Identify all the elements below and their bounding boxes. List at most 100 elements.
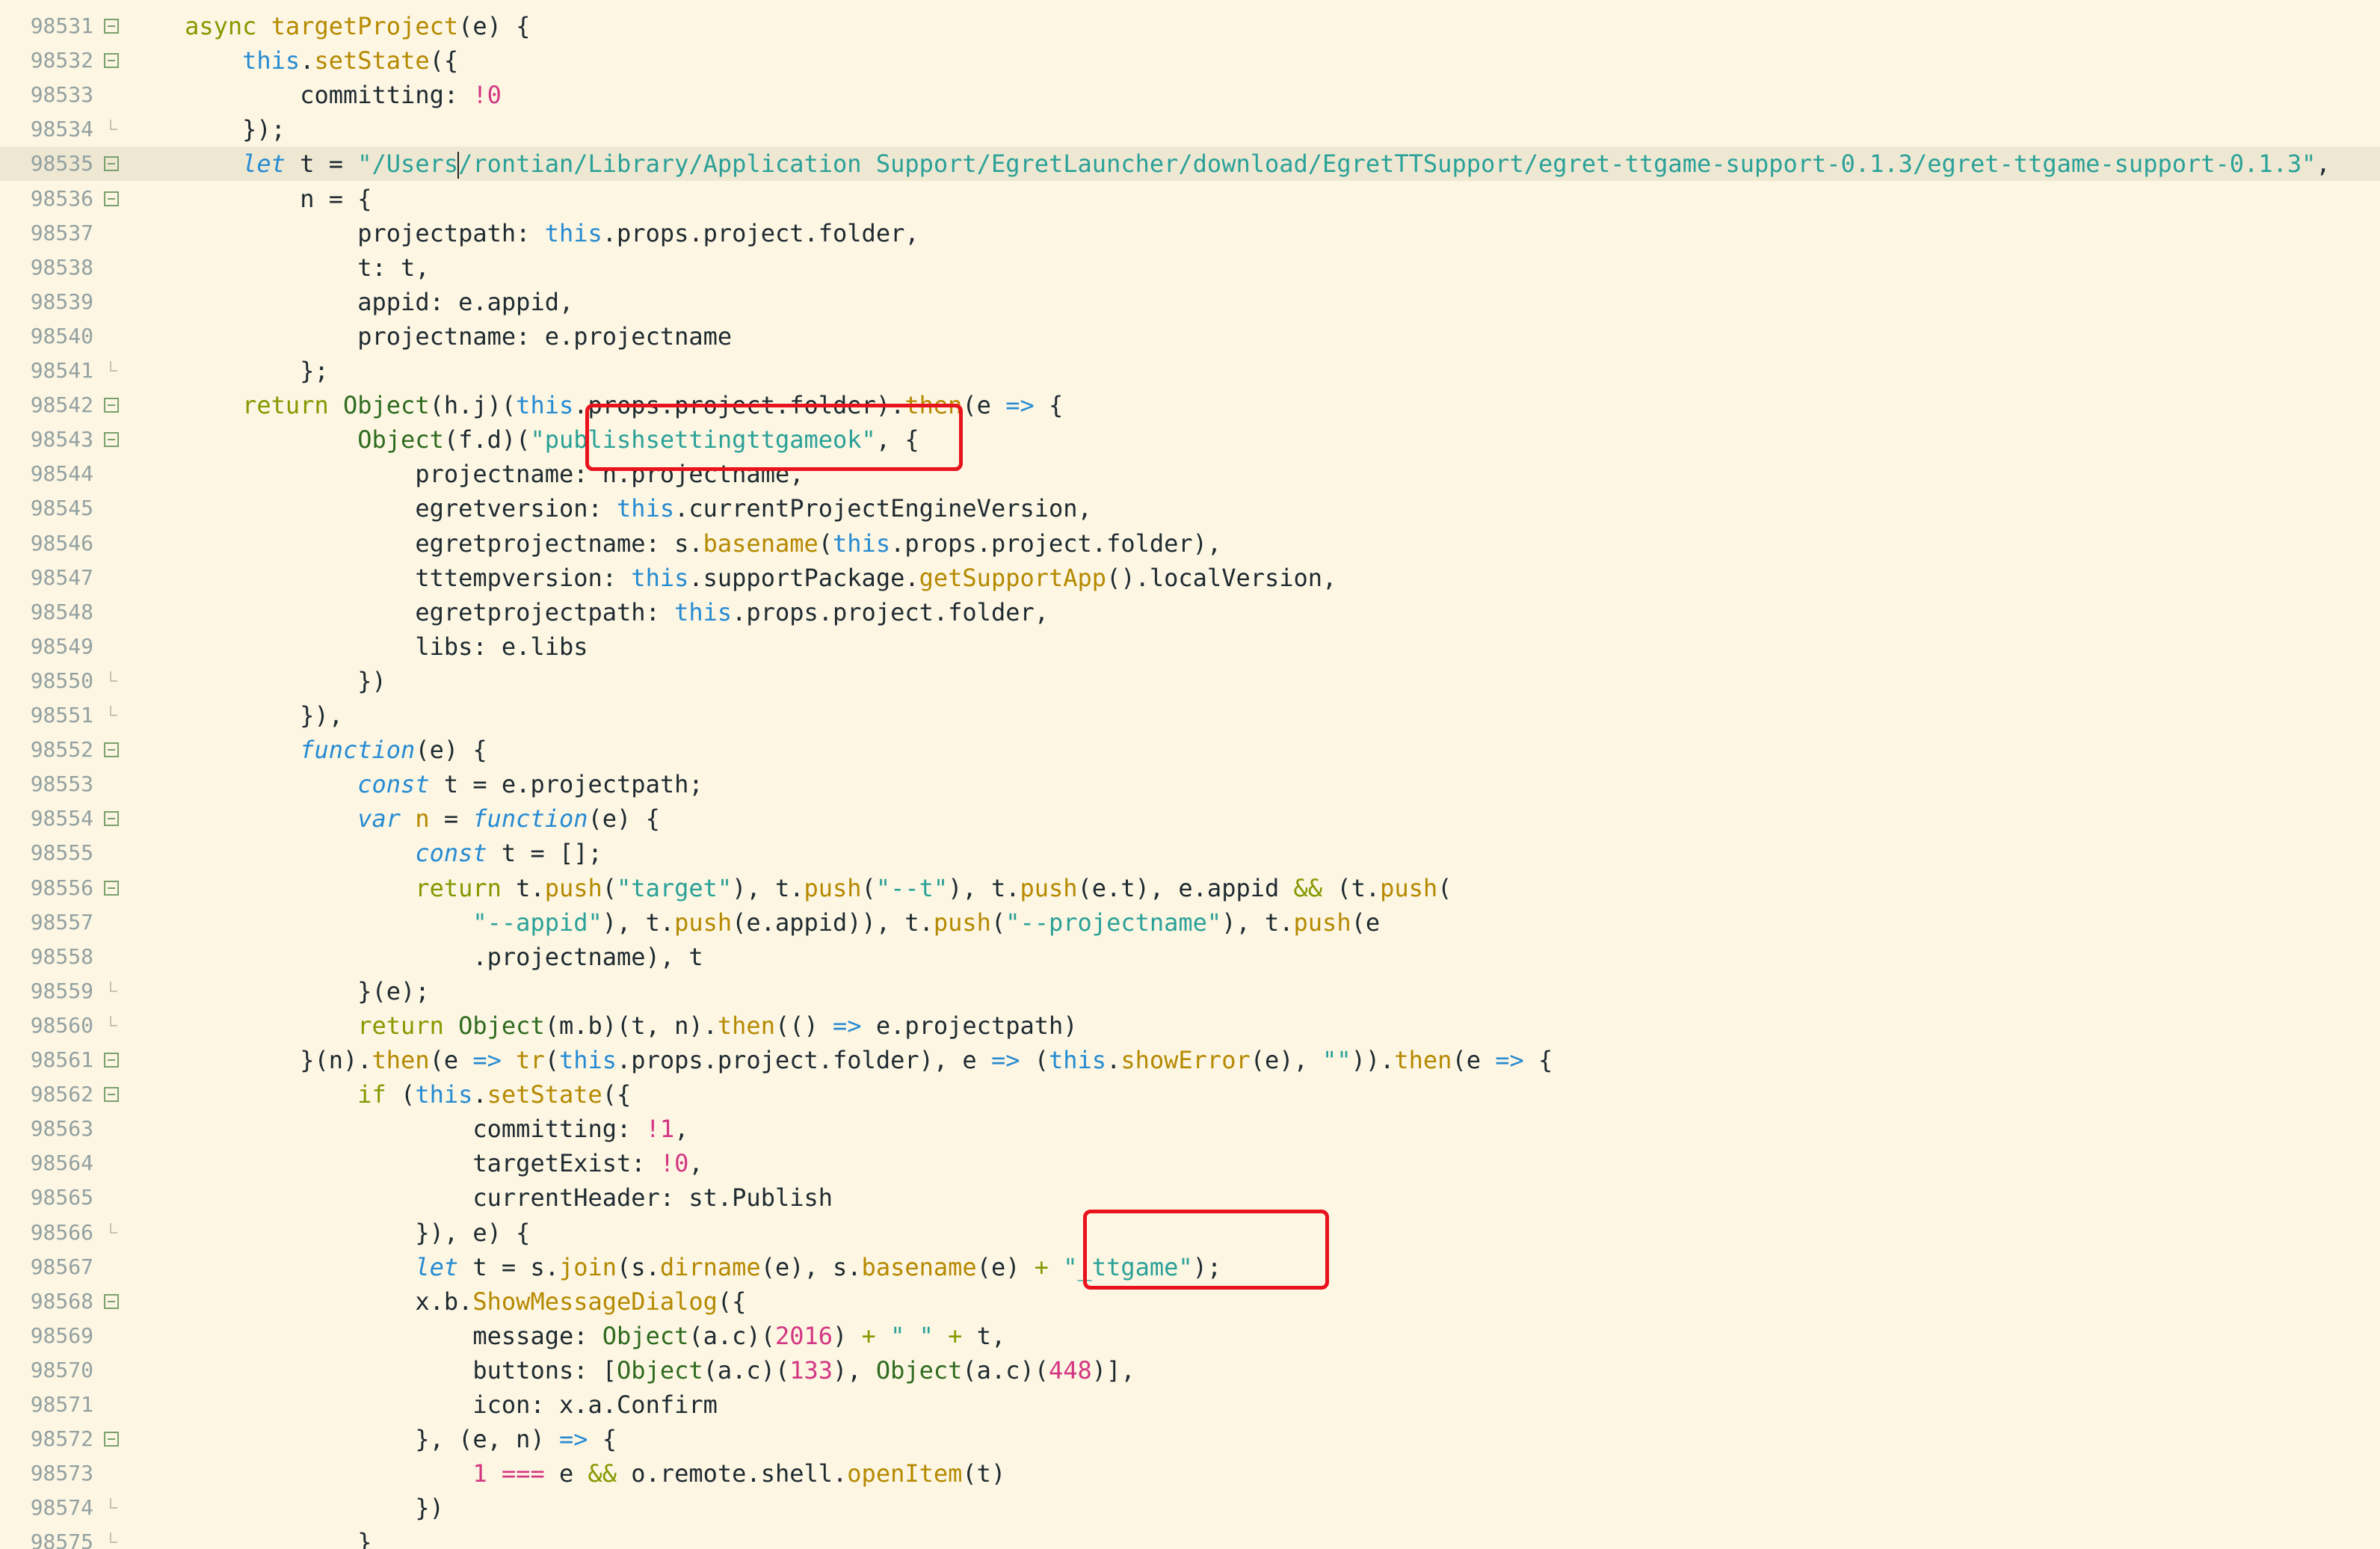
code-line[interactable]: 98539 appid: e.appid, bbox=[0, 285, 2380, 319]
code-line[interactable]: 98555 const t = []; bbox=[0, 836, 2380, 870]
code-line[interactable]: 98550 }) bbox=[0, 664, 2380, 698]
code-line[interactable]: 98561 }(n).then(e => tr(this.props.proje… bbox=[0, 1043, 2380, 1077]
code-line[interactable]: 98538 t: t, bbox=[0, 250, 2380, 285]
code-line[interactable]: 98572 }, (e, n) => { bbox=[0, 1422, 2380, 1456]
code-line[interactable]: 98570 buttons: [Object(a.c)(133), Object… bbox=[0, 1353, 2380, 1388]
code-line[interactable]: 98571 icon: x.a.Confirm bbox=[0, 1388, 2380, 1422]
fold-toggle-icon[interactable] bbox=[104, 742, 119, 758]
fold-toggle-icon[interactable] bbox=[104, 1053, 119, 1068]
code-token: => bbox=[472, 1046, 502, 1074]
code-token: .props.project.folder, bbox=[732, 597, 1049, 626]
code-line[interactable]: 98547 tttempversion: this.supportPackage… bbox=[0, 561, 2380, 595]
code-line[interactable]: 98548 egretprojectpath: this.props.proje… bbox=[0, 595, 2380, 629]
fold-guide-icon bbox=[110, 981, 117, 992]
code-token: function bbox=[472, 804, 588, 834]
code-token: push bbox=[674, 908, 733, 937]
code-token: (e.t), e.appid bbox=[1077, 873, 1294, 902]
code-token: (e) { bbox=[458, 12, 531, 40]
code-line[interactable]: 98562 if (this.setState({ bbox=[0, 1077, 2380, 1112]
code-line[interactable]: 98556 return t.push("target"), t.push("-… bbox=[0, 871, 2380, 905]
fold-guide-icon bbox=[104, 501, 119, 516]
code-line[interactable]: 98553 const t = e.projectpath; bbox=[0, 767, 2380, 801]
fold-toggle-icon[interactable] bbox=[104, 156, 119, 172]
code-token: (h.j)( bbox=[429, 391, 517, 420]
code-token: = bbox=[429, 804, 473, 834]
code-token: (s. bbox=[617, 1252, 660, 1281]
code-text: }; bbox=[125, 354, 329, 388]
code-line[interactable]: 98544 projectname: n.projectname, bbox=[0, 457, 2380, 491]
code-line[interactable]: 98545 egretversion: this.currentProjectE… bbox=[0, 491, 2380, 526]
code-line[interactable]: 98532 this.setState({ bbox=[0, 43, 2380, 78]
code-line[interactable]: 98536 n = { bbox=[0, 182, 2380, 216]
code-line[interactable]: 98557 "--appid"), t.push(e.appid)), t.pu… bbox=[0, 905, 2380, 940]
code-line[interactable]: 98542 return Object(h.j)(this.props.proj… bbox=[0, 388, 2380, 422]
code-token: then bbox=[372, 1046, 430, 1074]
line-number: 98568 bbox=[30, 1288, 93, 1314]
code-line[interactable]: 98560 return Object(m.b)(t, n).then(() =… bbox=[0, 1008, 2380, 1043]
code-line[interactable]: 98534 }); bbox=[0, 112, 2380, 147]
code-text: n = { bbox=[125, 182, 372, 216]
code-line[interactable]: 98540 projectname: e.projectname bbox=[0, 319, 2380, 354]
fold-toggle-icon[interactable] bbox=[104, 398, 119, 413]
code-token: (e bbox=[1351, 908, 1381, 937]
code-text: }), bbox=[125, 698, 343, 733]
code-line[interactable]: 98531 async targetProject(e) { bbox=[0, 9, 2380, 43]
code-line[interactable]: 98552 function(e) { bbox=[0, 733, 2380, 767]
code-token: this bbox=[544, 218, 602, 247]
line-number: 98540 bbox=[30, 323, 93, 348]
line-number: 98549 bbox=[30, 633, 93, 659]
code-line[interactable]: 98535 let t = "/Users/rontian/Library/Ap… bbox=[0, 147, 2380, 182]
code-token: )], bbox=[1091, 1355, 1135, 1385]
code-line[interactable]: 98533 committing: !0 bbox=[0, 78, 2380, 112]
code-line[interactable]: 98564 targetExist: !0, bbox=[0, 1146, 2380, 1180]
code-line[interactable]: 98541 }; bbox=[0, 354, 2380, 388]
fold-toggle-icon[interactable] bbox=[104, 811, 119, 827]
fold-guide-icon bbox=[104, 846, 119, 860]
code-line[interactable]: 98569 message: Object(a.c)(2016) + " " +… bbox=[0, 1319, 2380, 1353]
code-token: 1 bbox=[472, 1459, 487, 1488]
code-line[interactable]: 98546 egretprojectname: s.basename(this.… bbox=[0, 526, 2380, 561]
code-token: "--t" bbox=[875, 873, 949, 902]
code-token: . bbox=[472, 1080, 487, 1109]
fold-toggle-icon[interactable] bbox=[104, 191, 119, 206]
code-token: (t. bbox=[1322, 873, 1381, 902]
code-line[interactable]: 98559 }(e); bbox=[0, 974, 2380, 1008]
code-line[interactable]: 98549 libs: e.libs bbox=[0, 629, 2380, 664]
code-token: this bbox=[558, 1046, 617, 1074]
fold-toggle-icon[interactable] bbox=[104, 432, 119, 448]
code-token: }, (e, n) bbox=[415, 1425, 559, 1454]
fold-guide-icon bbox=[104, 1397, 119, 1412]
fold-toggle-icon[interactable] bbox=[104, 1432, 119, 1447]
code-editor[interactable]: 98531 async targetProject(e) {98532 this… bbox=[0, 0, 2380, 1549]
line-number: 98571 bbox=[30, 1392, 93, 1417]
code-token: "target" bbox=[617, 873, 733, 902]
line-number: 98561 bbox=[30, 1047, 93, 1072]
code-line[interactable]: 98543 Object(f.d)("publishsettingttgameo… bbox=[0, 422, 2380, 457]
code-line[interactable]: 98573 1 === e && o.remote.shell.openItem… bbox=[0, 1456, 2380, 1491]
code-text: }) bbox=[125, 664, 386, 698]
line-number: 98565 bbox=[30, 1185, 93, 1210]
fold-toggle-icon[interactable] bbox=[104, 1293, 119, 1309]
line-number: 98553 bbox=[30, 772, 93, 797]
fold-toggle-icon[interactable] bbox=[104, 19, 119, 34]
code-line[interactable]: 98558 .projectname), t bbox=[0, 940, 2380, 974]
code-line[interactable]: 98551 }), bbox=[0, 698, 2380, 733]
code-line[interactable]: 98575 } bbox=[0, 1525, 2380, 1549]
code-line[interactable]: 98537 projectpath: this.props.project.fo… bbox=[0, 216, 2380, 250]
code-token: 133 bbox=[789, 1355, 833, 1385]
code-token: ( bbox=[818, 529, 833, 558]
code-token: x.b. bbox=[415, 1287, 473, 1316]
fold-toggle-icon[interactable] bbox=[104, 1087, 119, 1103]
code-line[interactable]: 98563 committing: !1, bbox=[0, 1112, 2380, 1146]
code-line[interactable]: 98574 }) bbox=[0, 1491, 2380, 1525]
fold-toggle-icon[interactable] bbox=[104, 53, 119, 69]
code-line[interactable]: 98554 var n = function(e) { bbox=[0, 801, 2380, 836]
line-number: 98575 bbox=[30, 1530, 93, 1549]
fold-toggle-icon[interactable] bbox=[104, 880, 119, 896]
code-token: }; bbox=[300, 357, 329, 385]
fold-guide-icon bbox=[104, 87, 119, 102]
